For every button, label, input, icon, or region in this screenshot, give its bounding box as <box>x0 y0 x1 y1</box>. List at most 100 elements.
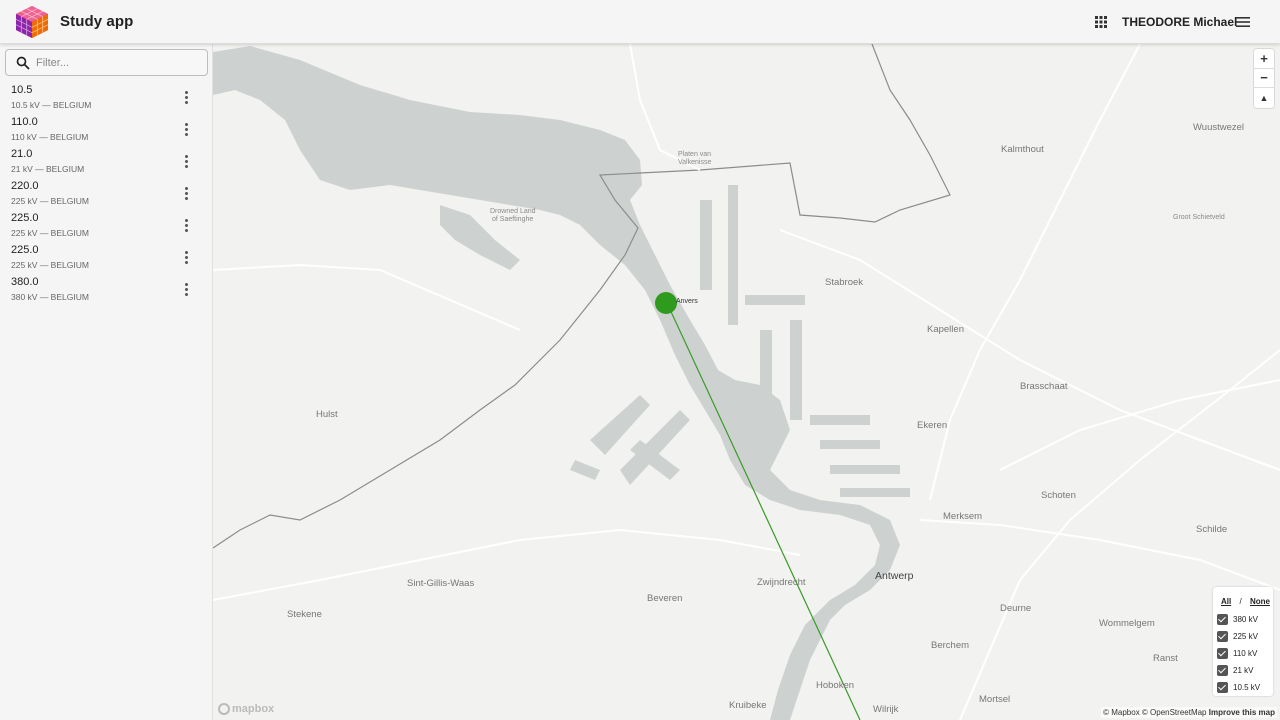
place-label: Drowned Land <box>490 208 536 215</box>
item-title: 220.0 <box>11 180 39 192</box>
place-label: Sint-Gillis-Waas <box>407 578 475 589</box>
mapbox-logo-text: mapbox <box>232 703 275 715</box>
place-label: Merksem <box>943 511 983 522</box>
more-vert-icon[interactable] <box>180 90 192 106</box>
place-label: Stabroek <box>825 277 864 288</box>
more-vert-icon[interactable] <box>180 186 192 202</box>
place-label: Kalmthout <box>1001 144 1044 155</box>
app-title: Study app <box>60 13 134 30</box>
legend-label: 10.5 kV <box>1233 683 1261 692</box>
legend-label: 110 kV <box>1233 649 1258 658</box>
item-subtitle: 110 kV — BELGIUM <box>11 132 89 142</box>
apps-grid-icon[interactable] <box>1093 14 1109 30</box>
mapbox-logo-icon <box>218 703 230 715</box>
mapbox-logo[interactable]: mapbox <box>218 703 274 715</box>
zoom-out-button[interactable]: − <box>1254 69 1274 89</box>
item-subtitle: 10.5 kV — BELGIUM <box>11 100 92 110</box>
place-label: Valkenisse <box>678 159 712 166</box>
place-label: Ranst <box>1153 653 1178 664</box>
item-title: 380.0 <box>11 276 39 288</box>
place-label: Platen van <box>678 151 712 158</box>
list-item[interactable]: 225.0 225 kV — BELGIUM <box>0 210 213 242</box>
list-item[interactable]: 225.0 225 kV — BELGIUM <box>0 242 213 274</box>
place-label: Hulst <box>316 409 338 420</box>
legend-label: 21 kV <box>1233 666 1254 675</box>
legend-item-110kv[interactable]: 110 kV <box>1217 647 1257 660</box>
legend-label: 380 kV <box>1233 615 1258 624</box>
place-label: Ekeren <box>917 420 948 431</box>
more-vert-icon[interactable] <box>180 250 192 266</box>
legend-separator: / <box>1239 597 1242 606</box>
list-item[interactable]: 21.0 21 kV — BELGIUM <box>0 146 213 178</box>
legend-item-21kv[interactable]: 21 kV <box>1217 664 1253 677</box>
substation-marker[interactable] <box>655 292 677 314</box>
more-vert-icon[interactable] <box>180 154 192 170</box>
place-label: Hoboken <box>816 680 855 691</box>
place-label: Stekene <box>287 609 322 620</box>
map-navigation-control: + − ▲ <box>1254 49 1274 108</box>
place-label: Kapellen <box>927 324 964 335</box>
more-vert-icon[interactable] <box>180 282 192 298</box>
zoom-in-button[interactable]: + <box>1254 49 1274 69</box>
list-item[interactable]: 110.0 110 kV — BELGIUM <box>0 114 213 146</box>
sidebar: 10.5 10.5 kV — BELGIUM 110.0 110 kV — BE… <box>0 44 213 720</box>
substation-label: Anvers <box>676 298 698 305</box>
checkbox-checked-icon[interactable] <box>1217 648 1228 659</box>
list-item[interactable]: 220.0 225 kV — BELGIUM <box>0 178 213 210</box>
study-list: 10.5 10.5 kV — BELGIUM 110.0 110 kV — BE… <box>0 82 213 306</box>
checkbox-checked-icon[interactable] <box>1217 665 1228 676</box>
item-title: 10.5 <box>11 84 33 96</box>
item-title: 225.0 <box>11 244 39 256</box>
hamburger-menu-icon[interactable] <box>1235 14 1251 30</box>
place-label: Beveren <box>647 593 683 604</box>
select-all-link[interactable]: All <box>1221 597 1231 606</box>
legend-item-225kv[interactable]: 225 kV <box>1217 630 1258 643</box>
place-label: Wuustwezel <box>1193 122 1245 133</box>
city-label: Antwerp <box>875 570 914 582</box>
item-subtitle: 380 kV — BELGIUM <box>11 292 89 302</box>
item-title: 110.0 <box>11 116 38 128</box>
item-title: 21.0 <box>11 148 33 160</box>
compass-reset-button[interactable]: ▲ <box>1254 88 1274 108</box>
search-icon <box>16 56 30 70</box>
place-label: Schilde <box>1196 524 1228 535</box>
legend-item-10-5kv[interactable]: 10.5 kV <box>1217 681 1260 694</box>
place-label: Wilrijk <box>873 704 899 715</box>
item-subtitle: 225 kV — BELGIUM <box>11 260 89 270</box>
app-bar: Study app THEODORE Michael <box>0 0 1280 44</box>
user-menu-button[interactable]: THEODORE Michael <box>1122 15 1237 29</box>
voltage-legend: All / None 380 kV 225 kV 110 kV 21 kV 10… <box>1213 587 1273 696</box>
item-subtitle: 21 kV — BELGIUM <box>11 164 85 174</box>
checkbox-checked-icon[interactable] <box>1217 614 1228 625</box>
legend-label: 225 kV <box>1233 632 1258 641</box>
place-label: Berchem <box>931 640 970 651</box>
legend-item-380kv[interactable]: 380 kV <box>1217 613 1258 626</box>
place-label: Groot Schietveld <box>1173 214 1225 221</box>
place-label: Wommelgem <box>1099 618 1155 629</box>
item-subtitle: 225 kV — BELGIUM <box>11 196 89 206</box>
place-label: Deurne <box>1000 603 1032 614</box>
list-item[interactable]: 10.5 10.5 kV — BELGIUM <box>0 82 213 114</box>
map-attribution: © Mapbox © OpenStreetMap Improve this ma… <box>1101 707 1277 718</box>
cube-logo-icon[interactable] <box>14 5 50 39</box>
legend-header: All / None <box>1221 597 1271 606</box>
place-label: Zwijndrecht <box>757 577 806 588</box>
more-vert-icon[interactable] <box>180 122 192 138</box>
filter-input[interactable] <box>36 53 201 73</box>
improve-map-link[interactable]: Improve this map <box>1209 708 1275 717</box>
select-none-link[interactable]: None <box>1250 597 1270 606</box>
more-vert-icon[interactable] <box>180 218 192 234</box>
checkbox-checked-icon[interactable] <box>1217 682 1228 693</box>
place-label: Mortsel <box>979 694 1011 705</box>
item-title: 225.0 <box>11 212 39 224</box>
place-label: Schoten <box>1041 490 1076 501</box>
item-subtitle: 225 kV — BELGIUM <box>11 228 89 238</box>
list-item[interactable]: 380.0 380 kV — BELGIUM <box>0 274 213 306</box>
place-label: Brasschaat <box>1020 381 1068 392</box>
attribution-text: © Mapbox © OpenStreetMap <box>1103 708 1207 717</box>
place-label: Kruibeke <box>729 700 767 711</box>
place-label: of Saeftinghe <box>492 216 534 223</box>
map-canvas[interactable]: Platen van Valkenisse Drowned Land of Sa… <box>213 44 1280 720</box>
filter-box <box>5 49 208 76</box>
checkbox-checked-icon[interactable] <box>1217 631 1228 642</box>
